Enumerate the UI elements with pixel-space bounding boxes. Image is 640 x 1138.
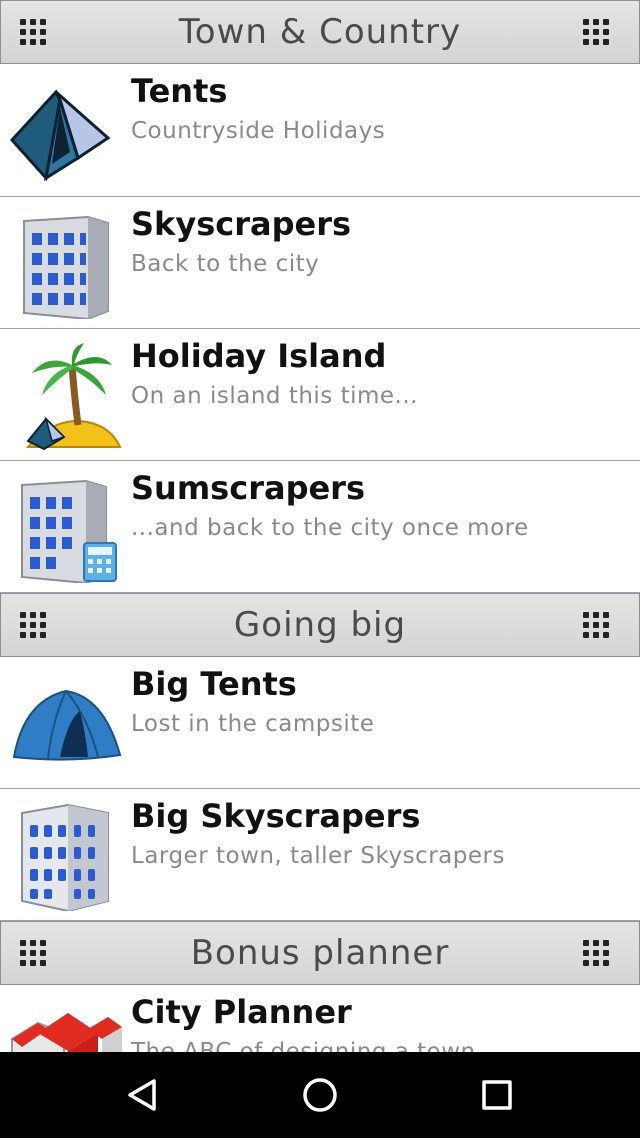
item-title: Big Tents [131,665,297,703]
grid-menu-icon[interactable] [20,612,46,638]
grid-menu-icon[interactable] [583,940,609,966]
grid-menu-icon[interactable] [20,19,46,45]
item-title: Tents [131,72,228,110]
recents-icon[interactable] [467,1072,527,1118]
skyscraper-icon [23,215,109,319]
dome-tent-icon [12,689,122,761]
section-title: Town & Country [178,12,462,52]
grid-menu-icon[interactable] [583,612,609,638]
tent-icon [9,89,111,182]
item-title: Sumscrapers [131,469,365,507]
sumscraper-icon [21,479,117,583]
list-item-skyscrapers[interactable]: Skyscrapers Back to the city [0,197,640,329]
item-title: City Planner [131,993,352,1031]
section-header-town-country: Town & Country [0,0,640,64]
item-subtitle: Lost in the campsite [131,711,375,737]
item-subtitle: Back to the city [131,251,320,277]
island-icon [25,343,122,451]
list-item-big-tents[interactable]: Big Tents Lost in the campsite [0,657,640,789]
list-item-big-skyscrapers[interactable]: Big Skyscrapers Larger town, taller Skys… [0,789,640,921]
list-item-tents[interactable]: Tents Countryside Holidays [0,64,640,197]
list-item-sumscrapers[interactable]: Sumscrapers ...and back to the city once… [0,461,640,593]
home-icon[interactable] [290,1072,350,1118]
item-subtitle: The ABC of designing a town [131,1039,476,1052]
section-header-going-big: Going big [0,593,640,657]
level-list[interactable]: Town & Country Tents Countryside Holiday… [0,0,640,1052]
back-icon[interactable] [112,1072,172,1118]
item-subtitle: Larger town, taller Skyscrapers [131,843,505,869]
grid-menu-icon[interactable] [583,19,609,45]
list-item-city-planner[interactable]: City Planner The ABC of designing a town [0,985,640,1052]
item-title: Big Skyscrapers [131,797,421,835]
city-planner-icon [11,1013,122,1052]
big-skyscraper-icon [21,803,109,911]
item-title: Holiday Island [131,337,387,375]
item-subtitle: On an island this time... [131,383,418,409]
list-item-holiday-island[interactable]: Holiday Island On an island this time... [0,329,640,461]
item-title: Skyscrapers [131,205,352,243]
section-title: Going big [233,605,407,645]
grid-menu-icon[interactable] [20,940,46,966]
section-title: Bonus planner [190,933,450,973]
navigation-bar [0,1052,640,1138]
section-header-bonus-planner: Bonus planner [0,921,640,985]
item-subtitle: ...and back to the city once more [131,515,529,541]
item-subtitle: Countryside Holidays [131,118,386,144]
